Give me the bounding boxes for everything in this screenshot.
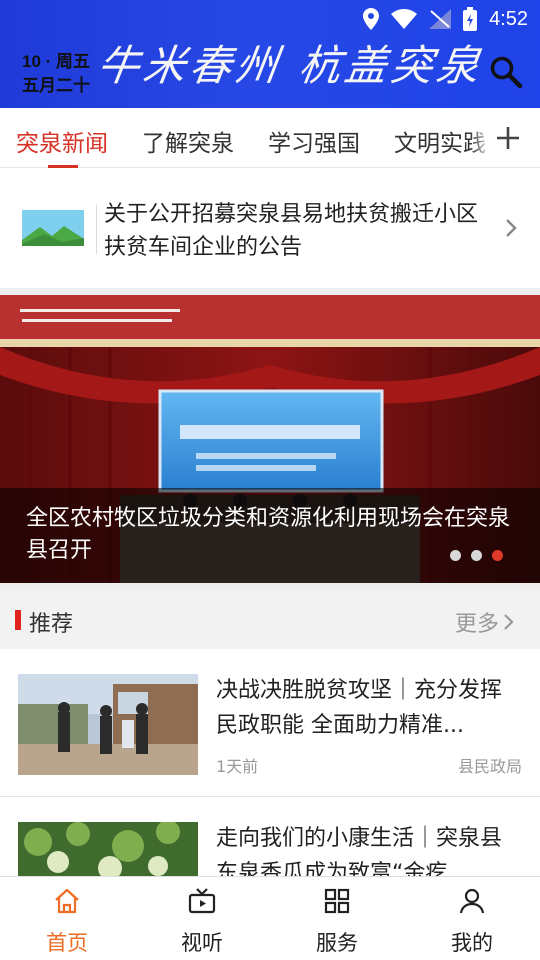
brand-title: 牛米春州 杭盖突泉 (94, 41, 487, 90)
nav-profile[interactable]: 我的 (427, 877, 517, 960)
home-icon (55, 888, 79, 914)
signal-off-icon (429, 9, 452, 29)
tv-icon (188, 888, 216, 914)
section-title: 推荐 (29, 612, 74, 637)
notice-text: 关于公开招募突泉县易地扶贫搬迁小区扶贫车间企业的公告 (104, 202, 479, 260)
status-time: 4:52 (489, 7, 528, 30)
news-photo (18, 822, 198, 876)
news-meta: 1天前 县民政局 (216, 753, 522, 777)
bottom-navigation: 首页 视听 服务 我的 (0, 876, 540, 960)
recommend-section-header: 推荐 更多 (0, 591, 540, 649)
carousel-dot[interactable] (450, 550, 461, 561)
tab-about-tuquan[interactable]: 了解突泉 (142, 124, 234, 158)
nav-home[interactable]: 首页 (22, 877, 112, 960)
news-time: 1天前 (216, 757, 259, 776)
banner-caption: 全区农村牧区垃圾分类和资源化利用现场会在突泉县召开 (26, 506, 511, 563)
search-icon[interactable] (488, 54, 524, 90)
date-weekday: 10 · 周五 (22, 52, 91, 71)
image-placeholder-icon (22, 210, 84, 246)
status-bar: 4:52 (363, 6, 528, 32)
news-title: 走向我们的小康生活｜突泉县东泉香瓜成为致富“金疙 (216, 826, 503, 876)
grid-icon (324, 888, 350, 914)
nav-services-label: 服务 (316, 931, 358, 955)
tab-tuquan-news[interactable]: 突泉新闻 (16, 124, 108, 158)
battery-icon (463, 7, 478, 31)
nav-services[interactable]: 服务 (292, 877, 382, 960)
section-marker (15, 610, 21, 630)
nav-video-label: 视听 (181, 931, 223, 955)
nav-home-label: 首页 (46, 931, 88, 955)
news-photo (18, 674, 198, 775)
news-thumbnail (18, 674, 198, 775)
nav-video[interactable]: 视听 (157, 877, 247, 960)
news-list-item[interactable]: 走向我们的小康生活｜突泉县东泉香瓜成为致富“金疙 (0, 797, 540, 876)
more-label: 更多 (455, 612, 500, 637)
chevron-right-icon (504, 614, 514, 630)
news-thumbnail (18, 822, 198, 876)
add-channel-button[interactable] (488, 116, 528, 160)
more-link[interactable]: 更多 (455, 606, 515, 638)
carousel-dot[interactable] (471, 550, 482, 561)
user-icon (459, 888, 485, 914)
wifi-icon (391, 9, 418, 29)
location-icon (363, 8, 380, 30)
tab-xuexi-qiangguo[interactable]: 学习强国 (268, 124, 360, 158)
plus-icon (497, 127, 519, 149)
chevron-right-icon (506, 219, 517, 237)
section-gap (0, 288, 540, 295)
nav-profile-label: 我的 (451, 931, 493, 955)
active-tab-indicator (48, 165, 78, 168)
news-title: 决战决胜脱贫攻坚｜充分发挥民政职能 全面助力精准... (216, 678, 503, 738)
date-lunar: 五月二十 (22, 76, 90, 95)
notice-separator (96, 204, 97, 254)
news-source: 县民政局 (457, 757, 522, 776)
date-display: 10 · 周五 五月二十 (22, 50, 90, 98)
section-gap (0, 583, 540, 591)
notice-item[interactable]: 关于公开招募突泉县易地扶贫搬迁小区扶贫车间企业的公告 (0, 170, 540, 288)
channel-tabs: 突泉新闻 了解突泉 学习强国 文明实践 (0, 108, 540, 168)
app-header: 4:52 10 · 周五 五月二十 牛米春州 杭盖突泉 (0, 0, 540, 108)
news-list-item[interactable]: 决战决胜脱贫攻坚｜充分发挥民政职能 全面助力精准... 1天前 县民政局 (0, 649, 540, 796)
carousel-dot-active[interactable] (492, 550, 503, 561)
